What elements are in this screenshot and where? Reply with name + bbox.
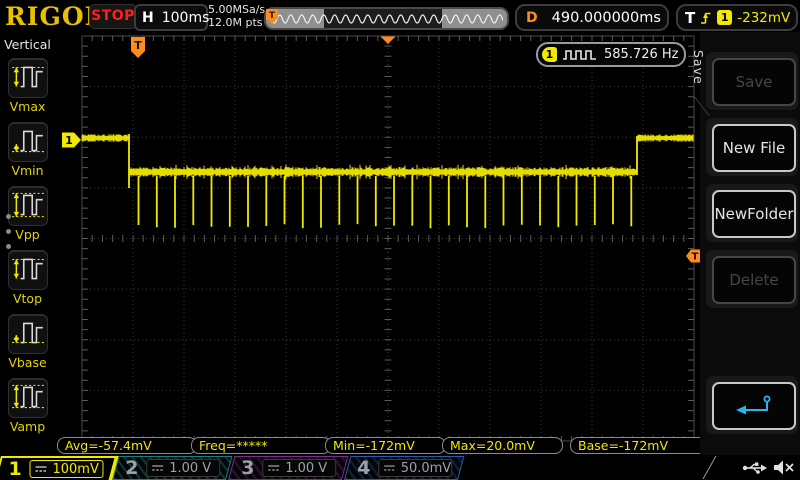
menu-button-new-file[interactable]: New File — [712, 124, 796, 172]
measurement-readout-4: Max=20.0mV — [442, 437, 563, 454]
channel-2-status[interactable]: 2 1.00 V — [112, 456, 233, 480]
trace-markers: T 1 T — [62, 36, 702, 263]
channel-4-status[interactable]: 4 50.0mV — [344, 456, 465, 480]
waveform-display: T 1 T — [62, 35, 702, 442]
channel-number: 1 — [8, 458, 22, 480]
measurement-readout-2: Freq=***** — [191, 437, 331, 454]
menu-tab-label: Save — [691, 50, 706, 85]
svg-text:1: 1 — [65, 134, 73, 147]
channel-3-status[interactable]: 3 1.00 V — [228, 456, 349, 480]
menu-button-return[interactable] — [712, 382, 796, 430]
save-menu-panel: Save Save New File NewFolder Delete — [691, 32, 800, 455]
svg-text:T: T — [134, 39, 142, 52]
oscilloscope-screen: RIGOL STOP H 100ms 5.00MSa/s 12.0M pts T… — [0, 0, 800, 480]
channel-scale-box: 50.0mV — [378, 459, 453, 477]
channel-1-status[interactable]: 1 100mV — [0, 456, 122, 480]
channel-number: 4 — [357, 457, 371, 479]
channel-scale-box: 1.00 V — [146, 459, 221, 477]
channel-scale-box: 100mV — [29, 460, 104, 478]
counter-frequency-value: 585.726 Hz — [604, 47, 679, 62]
horizontal-center-marker — [380, 36, 396, 44]
channel-number: 2 — [125, 457, 139, 479]
channel-status-bar: 1 100mV 2 1.00 V3 1.00 V4 50.0mV — [0, 455, 800, 480]
square-wave-icon — [563, 49, 596, 60]
dc-coupling-icon — [35, 466, 47, 472]
measurement-readout-1: Avg=-57.4mV — [57, 437, 197, 454]
dc-coupling-icon — [384, 465, 395, 471]
menu-button-delete[interactable]: Delete — [712, 256, 796, 304]
return-arrow-icon — [736, 395, 771, 415]
ch1-ground-marker: 1 — [62, 132, 81, 148]
channel-scale-box: 1.00 V — [262, 459, 337, 477]
footer-separator — [702, 455, 717, 480]
frequency-counter-badge: 1 585.726 Hz — [536, 42, 686, 67]
channel-scale-value: 50.0mV — [400, 460, 452, 476]
trigger-position-flag: T — [131, 37, 145, 58]
counter-channel-badge: 1 — [542, 47, 557, 62]
measurement-readout-5: Base=-172mV — [570, 437, 709, 454]
graticule — [81, 35, 695, 442]
speaker-muted-icon — [774, 460, 794, 475]
dc-coupling-icon — [268, 465, 280, 471]
channel-scale-value: 1.00 V — [169, 460, 212, 476]
channel-scale-value: 1.00 V — [285, 460, 328, 476]
dc-coupling-icon — [152, 465, 164, 471]
measurement-readout-3: Min=-172mV — [325, 437, 446, 454]
channel-scale-value: 100mV — [52, 461, 99, 477]
usb-icon — [742, 462, 767, 474]
svg-text:T: T — [692, 252, 699, 263]
channel-number: 3 — [241, 457, 255, 479]
menu-button-newfolder[interactable]: NewFolder — [712, 190, 796, 238]
menu-button-save[interactable]: Save — [712, 58, 796, 106]
